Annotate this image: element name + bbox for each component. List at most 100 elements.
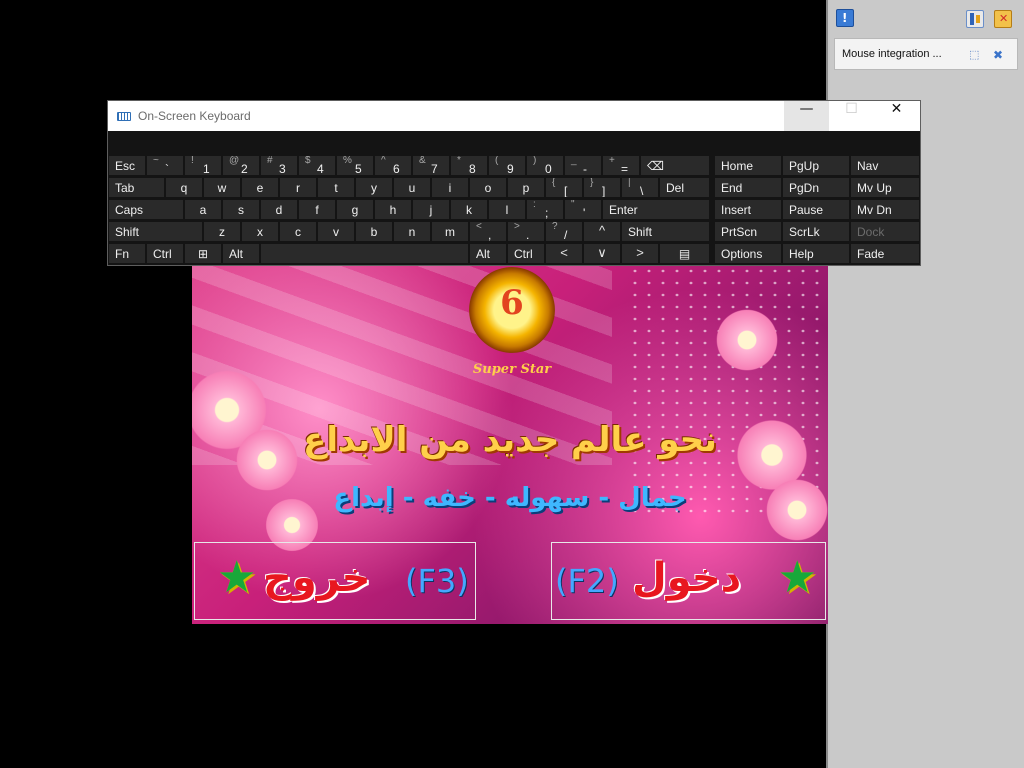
key-tilde[interactable]: ~ ` <box>146 155 184 176</box>
menu-icon: ▤ <box>678 247 691 261</box>
key-right-alt[interactable]: Alt <box>469 243 507 264</box>
key-z[interactable]: z <box>203 221 241 242</box>
side-panel-toolbar <box>828 0 1024 36</box>
key-u[interactable]: u <box>393 177 431 198</box>
key-g[interactable]: g <box>336 199 374 220</box>
close-button[interactable]: ✕ <box>874 101 919 131</box>
key-b[interactable]: b <box>355 221 393 242</box>
key-v[interactable]: v <box>317 221 355 242</box>
mouse-integration-notification[interactable]: Mouse integration ... ⬚ ✖ <box>834 38 1018 70</box>
key-space[interactable] <box>260 243 469 264</box>
mouse-pointer-icon[interactable]: ⬚ <box>969 49 981 61</box>
key-m[interactable]: m <box>431 221 469 242</box>
key-j[interactable]: j <box>412 199 450 220</box>
storage-status-icon[interactable] <box>966 10 984 28</box>
key-comma[interactable]: <, <box>469 221 507 242</box>
key-pgup[interactable]: PgUp <box>782 155 850 176</box>
key-0[interactable]: ) 0 <box>526 155 564 176</box>
key-1[interactable]: ! 1 <box>184 155 222 176</box>
minimize-button[interactable]: — <box>784 101 829 131</box>
key-4[interactable]: $4 <box>298 155 336 176</box>
key-caps[interactable]: Caps <box>108 199 184 220</box>
window-title: On-Screen Keyboard <box>138 109 251 123</box>
key-pause[interactable]: Pause <box>782 199 850 220</box>
key-end[interactable]: End <box>714 177 782 198</box>
key-semicolon[interactable]: :; <box>526 199 564 220</box>
key-quote[interactable]: " ' <box>564 199 602 220</box>
key-up-arrow[interactable]: ^ <box>583 221 621 242</box>
key-down-arrow[interactable]: ∨ <box>583 243 621 264</box>
key-q[interactable]: q <box>165 177 203 198</box>
key-nav[interactable]: Nav <box>850 155 920 176</box>
enter-button[interactable]: (F2) دخول ★ <box>551 542 826 620</box>
key-x[interactable]: x <box>241 221 279 242</box>
key-2[interactable]: @2 <box>222 155 260 176</box>
key-k[interactable]: k <box>450 199 488 220</box>
key-tab[interactable]: Tab <box>108 177 165 198</box>
key-f[interactable]: f <box>298 199 336 220</box>
key-del[interactable]: Del <box>659 177 710 198</box>
maximize-button[interactable]: ☐ <box>829 101 874 131</box>
key-mv-up[interactable]: Mv Up <box>850 177 920 198</box>
key-dock[interactable]: Dock <box>850 221 920 242</box>
key-prtscn[interactable]: PrtScn <box>714 221 782 242</box>
key-right-ctrl[interactable]: Ctrl <box>507 243 545 264</box>
key-scrlk[interactable]: ScrLk <box>782 221 850 242</box>
key-p[interactable]: p <box>507 177 545 198</box>
key-backslash[interactable]: | \ <box>621 177 659 198</box>
key-insert[interactable]: Insert <box>714 199 782 220</box>
key-r[interactable]: r <box>279 177 317 198</box>
key-esc[interactable]: Esc <box>108 155 146 176</box>
dismiss-icon[interactable]: ✖ <box>993 49 1005 61</box>
key-period[interactable]: >. <box>507 221 545 242</box>
key-t[interactable]: t <box>317 177 355 198</box>
key-l[interactable]: l <box>488 199 526 220</box>
key-enter[interactable]: Enter <box>602 199 710 220</box>
key-9[interactable]: (9 <box>488 155 526 176</box>
key-minus[interactable]: _ - <box>564 155 602 176</box>
key-5[interactable]: % 5 <box>336 155 374 176</box>
key-right-arrow[interactable]: > <box>621 243 659 264</box>
key-a[interactable]: a <box>184 199 222 220</box>
key-menu[interactable]: ▤ <box>659 243 710 264</box>
key-fade[interactable]: Fade <box>850 243 920 264</box>
key-c[interactable]: c <box>279 221 317 242</box>
title-bar[interactable]: On-Screen Keyboard — ☐ ✕ <box>108 101 920 131</box>
key-equals[interactable]: + = <box>602 155 640 176</box>
key-d[interactable]: d <box>260 199 298 220</box>
key-left-ctrl[interactable]: Ctrl <box>146 243 184 264</box>
key-options[interactable]: Options <box>714 243 782 264</box>
key-7[interactable]: & 7 <box>412 155 450 176</box>
key-right-bracket[interactable]: }] <box>583 177 621 198</box>
keyboard-body: Esc ~ ` ! 1 @2 #3 $4 % 5 ^ 6 & 7 * 8 (9 ) 0 _ - … <box>108 131 920 265</box>
key-e[interactable]: e <box>241 177 279 198</box>
key-slash[interactable]: ? / <box>545 221 583 242</box>
key-h[interactable]: h <box>374 199 412 220</box>
key-windows[interactable]: ⊞ <box>184 243 222 264</box>
key-s[interactable]: s <box>222 199 260 220</box>
key-6[interactable]: ^ 6 <box>374 155 412 176</box>
key-o[interactable]: o <box>469 177 507 198</box>
close-all-icon[interactable] <box>994 10 1012 28</box>
key-i[interactable]: i <box>431 177 469 198</box>
key-help[interactable]: Help <box>782 243 850 264</box>
flower-decoration <box>712 305 782 375</box>
key-8[interactable]: * 8 <box>450 155 488 176</box>
key-mv-dn[interactable]: Mv Dn <box>850 199 920 220</box>
key-home[interactable]: Home <box>714 155 782 176</box>
key-pgdn[interactable]: PgDn <box>782 177 850 198</box>
key-fn[interactable]: Fn <box>108 243 146 264</box>
key-left-arrow[interactable]: < <box>545 243 583 264</box>
exit-button[interactable]: ★ خروج (F3) <box>194 542 476 620</box>
info-icon[interactable] <box>836 9 854 27</box>
key-n[interactable]: n <box>393 221 431 242</box>
key-left-shift[interactable]: Shift <box>108 221 203 242</box>
key-backspace[interactable]: ⌫ <box>640 155 710 176</box>
key-y[interactable]: y <box>355 177 393 198</box>
key-right-shift[interactable]: Shift <box>621 221 710 242</box>
key-3[interactable]: #3 <box>260 155 298 176</box>
star-icon: ★ <box>217 552 257 603</box>
key-w[interactable]: w <box>203 177 241 198</box>
key-left-bracket[interactable]: {[ <box>545 177 583 198</box>
key-left-alt[interactable]: Alt <box>222 243 260 264</box>
